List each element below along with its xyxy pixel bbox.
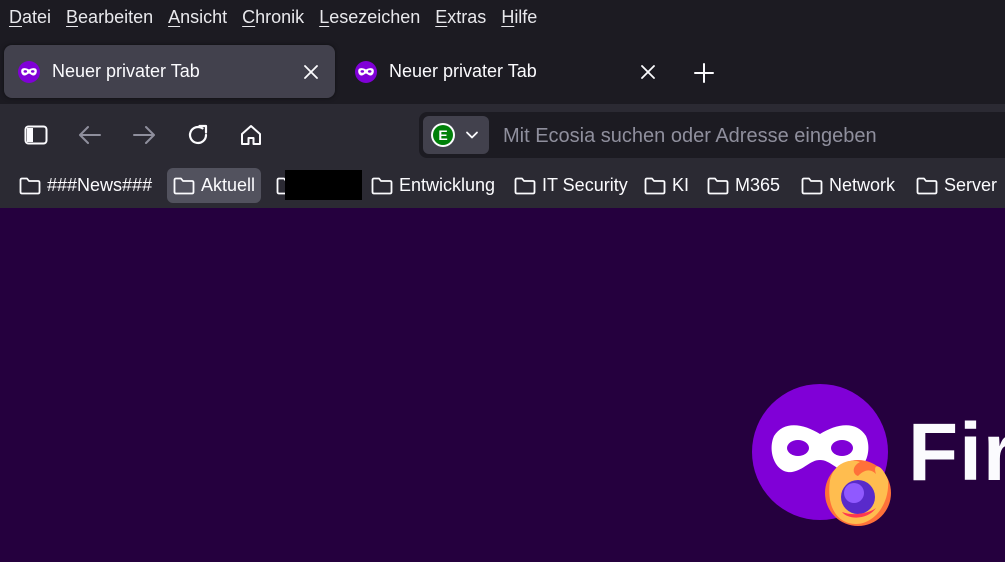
menu-lesezeichen[interactable]: Lesezeichen [319, 7, 420, 28]
search-engine-letter: E [438, 127, 447, 143]
menu-chronik[interactable]: Chronik [242, 7, 304, 28]
tab-private-2[interactable]: Neuer privater Tab [341, 45, 672, 98]
folder-icon [801, 177, 823, 194]
home-icon [241, 125, 261, 145]
bookmark-folder-aktuell[interactable]: Aktuell [167, 168, 262, 203]
private-mask-icon [355, 60, 377, 83]
menu-bearbeiten[interactable]: Bearbeiten [66, 7, 153, 28]
close-icon [304, 64, 318, 79]
private-browsing-page: Fir [0, 208, 1005, 562]
new-tab-button[interactable] [690, 59, 718, 87]
folder-icon [916, 177, 938, 194]
reload-icon [188, 124, 208, 145]
redaction-box [285, 170, 362, 200]
arrow-left-icon [79, 126, 101, 144]
menu-extras[interactable]: Extras [435, 7, 486, 28]
arrow-right-icon [133, 126, 155, 144]
bookmark-folder-it-security[interactable]: IT Security [508, 168, 634, 203]
folder-icon [707, 177, 729, 194]
reload-button[interactable] [182, 119, 214, 151]
bookmarks-toolbar: ###News### Aktuell Entwicklung IT Securi… [0, 164, 1005, 209]
bookmark-folder-ki[interactable]: KI [638, 168, 695, 203]
bookmark-folder-m365[interactable]: M365 [701, 168, 786, 203]
folder-icon [514, 177, 536, 194]
tab-private-1[interactable]: Neuer privater Tab [4, 45, 335, 98]
bookmark-folder-network[interactable]: Network [795, 168, 901, 203]
navigation-toolbar: E [0, 104, 1005, 164]
firefox-wordmark: Fir [908, 407, 1005, 498]
tab-close-button[interactable] [636, 60, 660, 84]
firefox-private-logo-icon [752, 384, 891, 526]
folder-icon [371, 177, 393, 194]
bookmark-folder-entwicklung[interactable]: Entwicklung [365, 168, 501, 203]
ecosia-icon: E [431, 123, 455, 147]
folder-icon [173, 177, 195, 194]
menu-hilfe[interactable]: Hilfe [501, 7, 537, 28]
bookmark-folder-news[interactable]: ###News### [13, 168, 158, 203]
sidebar-toggle-button[interactable] [20, 119, 52, 151]
tab-title: Neuer privater Tab [52, 61, 200, 81]
bookmark-folder-server[interactable]: Server [910, 168, 1003, 203]
tab-title: Neuer privater Tab [389, 61, 537, 81]
tab-strip: Neuer privater Tab Neuer privater Tab [0, 40, 1005, 104]
private-mask-icon [18, 60, 40, 83]
address-input[interactable] [501, 112, 1005, 160]
menu-ansicht[interactable]: Ansicht [168, 7, 227, 28]
menu-datei[interactable]: Datei [9, 7, 51, 28]
search-engine-button[interactable]: E [423, 116, 489, 154]
chevron-down-icon [466, 131, 478, 139]
folder-icon [19, 177, 41, 194]
tab-close-button[interactable] [299, 60, 323, 84]
url-bar: E [419, 112, 1005, 160]
menu-bar: Datei Bearbeiten Ansicht Chronik Lesezei… [0, 0, 1005, 34]
sidebar-icon [24, 125, 48, 145]
folder-icon [644, 177, 666, 194]
back-button[interactable] [74, 119, 106, 151]
forward-button[interactable] [128, 119, 160, 151]
home-button[interactable] [235, 119, 267, 151]
close-icon [641, 64, 655, 79]
plus-icon [694, 63, 714, 83]
